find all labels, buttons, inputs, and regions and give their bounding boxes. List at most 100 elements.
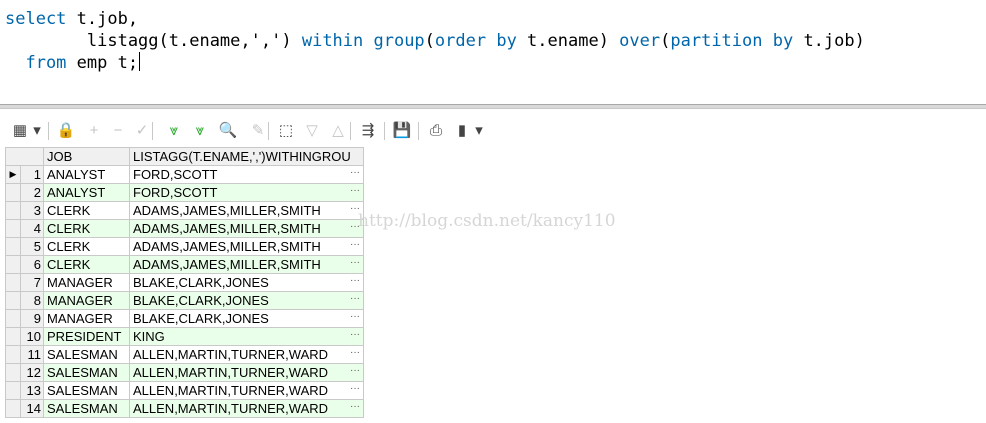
cell-listagg[interactable]: ALLEN,MARTIN,TURNER,WARD ···	[129, 345, 364, 364]
table-row[interactable]: 13 SALESMAN ALLEN,MARTIN,TURNER,WARD ···	[5, 381, 364, 400]
cell-job[interactable]: SALESMAN	[43, 363, 130, 382]
table-row[interactable]: 12 SALESMAN ALLEN,MARTIN,TURNER,WARD ···	[5, 363, 364, 382]
table-row[interactable]: 7 MANAGER BLAKE,CLARK,JONES ···	[5, 273, 364, 292]
row-indicator[interactable]	[5, 291, 21, 310]
next-record-icon[interactable]: △	[328, 120, 348, 142]
post-changes-icon[interactable]: ✓	[132, 120, 152, 142]
table-row[interactable]: 6 CLERK ADAMS,JAMES,MILLER,SMITH ···	[5, 255, 364, 274]
row-indicator[interactable]	[5, 399, 21, 418]
cell-listagg-text: BLAKE,CLARK,JONES	[133, 311, 269, 326]
cell-job[interactable]: ANALYST	[43, 165, 130, 184]
print-icon[interactable]: ⎙	[426, 120, 446, 142]
row-indicator[interactable]	[5, 219, 21, 238]
cell-listagg[interactable]: KING ···	[129, 327, 364, 346]
editor-splitter[interactable]	[0, 104, 986, 109]
cell-listagg[interactable]: ALLEN,MARTIN,TURNER,WARD ···	[129, 363, 364, 382]
cell-listagg[interactable]: ADAMS,JAMES,MILLER,SMITH ···	[129, 219, 364, 238]
toolbar-separator	[152, 122, 153, 140]
cell-job[interactable]: SALESMAN	[43, 399, 130, 418]
table-row[interactable]: 3 CLERK ADAMS,JAMES,MILLER,SMITH ···	[5, 201, 364, 220]
cell-listagg[interactable]: ALLEN,MARTIN,TURNER,WARD ···	[129, 399, 364, 418]
row-indicator[interactable]: ▶	[5, 165, 21, 184]
table-row[interactable]: 11 SALESMAN ALLEN,MARTIN,TURNER,WARD ···	[5, 345, 364, 364]
cell-job[interactable]: CLERK	[43, 237, 130, 256]
cell-listagg[interactable]: BLAKE,CLARK,JONES ···	[129, 291, 364, 310]
cell-job[interactable]: MANAGER	[43, 309, 130, 328]
cell-edit-button[interactable]: ···	[350, 311, 360, 326]
fetch-next-icon[interactable]: ⩔	[164, 120, 184, 142]
cell-listagg[interactable]: BLAKE,CLARK,JONES ···	[129, 273, 364, 292]
cell-job[interactable]: CLERK	[43, 219, 130, 238]
chart-dropdown-arrow-icon[interactable]: ▾	[474, 120, 484, 142]
cell-edit-button[interactable]: ···	[350, 401, 360, 416]
cell-job[interactable]: ANALYST	[43, 183, 130, 202]
table-row[interactable]: 5 CLERK ADAMS,JAMES,MILLER,SMITH ···	[5, 237, 364, 256]
cell-listagg[interactable]: ADAMS,JAMES,MILLER,SMITH ···	[129, 255, 364, 274]
row-indicator[interactable]	[5, 201, 21, 220]
query-by-example-icon[interactable]: ⬚	[276, 120, 296, 142]
cell-job[interactable]: SALESMAN	[43, 345, 130, 364]
dropdown-arrow-icon[interactable]: ▾	[32, 120, 42, 142]
cell-edit-button[interactable]: ···	[350, 383, 360, 398]
table-row[interactable]: 9 MANAGER BLAKE,CLARK,JONES ···	[5, 309, 364, 328]
cell-edit-button[interactable]: ···	[350, 239, 360, 254]
cell-listagg[interactable]: FORD,SCOTT ···	[129, 165, 364, 184]
grid-view-icon[interactable]: ▦	[10, 120, 30, 142]
cell-edit-button[interactable]: ···	[350, 275, 360, 290]
cell-job[interactable]: PRESIDENT	[43, 327, 130, 346]
cell-listagg[interactable]: BLAKE,CLARK,JONES ···	[129, 309, 364, 328]
table-row[interactable]: 4 CLERK ADAMS,JAMES,MILLER,SMITH ···	[5, 219, 364, 238]
row-indicator[interactable]	[5, 183, 21, 202]
sql-editor[interactable]: select t.job, listagg(t.ename,',') withi…	[0, 0, 986, 104]
row-indicator[interactable]	[5, 327, 21, 346]
cell-edit-button[interactable]: ···	[350, 185, 360, 200]
row-number: 7	[20, 273, 44, 292]
table-row[interactable]: ▶ 1 ANALYST FORD,SCOTT ···	[5, 165, 364, 184]
export-icon[interactable]: ⇶	[358, 120, 378, 142]
cell-job[interactable]: SALESMAN	[43, 381, 130, 400]
cell-listagg[interactable]: FORD,SCOTT ···	[129, 183, 364, 202]
row-number: 3	[20, 201, 44, 220]
cell-job[interactable]: CLERK	[43, 201, 130, 220]
cell-job[interactable]: CLERK	[43, 255, 130, 274]
row-indicator[interactable]	[5, 255, 21, 274]
lock-icon[interactable]: 🔒	[56, 120, 76, 142]
clear-icon[interactable]: ✎	[248, 120, 268, 142]
table-row[interactable]: 8 MANAGER BLAKE,CLARK,JONES ···	[5, 291, 364, 310]
delete-record-icon[interactable]: −	[108, 120, 128, 142]
sql-code[interactable]: select t.job, listagg(t.ename,',') withi…	[5, 8, 865, 74]
row-indicator[interactable]	[5, 237, 21, 256]
cell-listagg[interactable]: ALLEN,MARTIN,TURNER,WARD ···	[129, 381, 364, 400]
cell-edit-button[interactable]: ···	[350, 329, 360, 344]
cell-edit-button[interactable]: ···	[350, 293, 360, 308]
table-row[interactable]: 2 ANALYST FORD,SCOTT ···	[5, 183, 364, 202]
cell-listagg[interactable]: ADAMS,JAMES,MILLER,SMITH ···	[129, 201, 364, 220]
row-indicator[interactable]	[5, 345, 21, 364]
column-header-listagg[interactable]: LISTAGG(T.ENAME,',')WITHINGROU	[129, 147, 364, 166]
cell-edit-button[interactable]: ···	[350, 257, 360, 272]
sql-text: ','	[250, 31, 282, 51]
row-number: 13	[20, 381, 44, 400]
row-number: 11	[20, 345, 44, 364]
cell-job[interactable]: MANAGER	[43, 291, 130, 310]
chart-icon[interactable]: ▮	[452, 120, 472, 142]
cell-job[interactable]: MANAGER	[43, 273, 130, 292]
column-header-job[interactable]: JOB	[43, 147, 130, 166]
save-icon[interactable]: 💾	[392, 120, 412, 142]
previous-record-icon[interactable]: ▽	[302, 120, 322, 142]
grid-corner[interactable]	[5, 147, 44, 166]
row-indicator[interactable]	[5, 309, 21, 328]
fetch-all-icon[interactable]: ⩔	[190, 120, 210, 142]
cell-listagg[interactable]: ADAMS,JAMES,MILLER,SMITH ···	[129, 237, 364, 256]
cell-edit-button[interactable]: ···	[350, 365, 360, 380]
row-indicator[interactable]	[5, 381, 21, 400]
table-row[interactable]: 14 SALESMAN ALLEN,MARTIN,TURNER,WARD ···	[5, 399, 364, 418]
find-icon[interactable]: 🔍	[218, 120, 238, 142]
row-indicator[interactable]	[5, 363, 21, 382]
table-row[interactable]: 10 PRESIDENT KING ···	[5, 327, 364, 346]
cell-edit-button[interactable]: ···	[350, 167, 360, 182]
toolbar-separator	[384, 122, 385, 140]
insert-record-icon[interactable]: +	[84, 120, 104, 142]
cell-edit-button[interactable]: ···	[350, 347, 360, 362]
row-indicator[interactable]	[5, 273, 21, 292]
